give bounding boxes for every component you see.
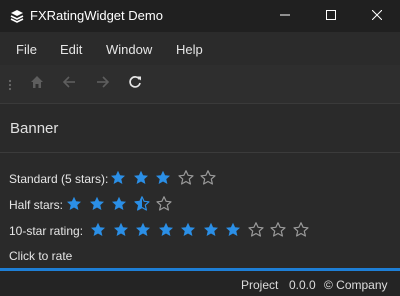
menu-window[interactable]: Window	[106, 42, 152, 57]
star-filled-icon[interactable]	[180, 222, 203, 238]
ratings-panel: Standard (5 stars): Half stars: 10-star …	[0, 153, 400, 268]
star-half-icon[interactable]	[133, 196, 157, 212]
rating-label-standard: Standard (5 stars):	[9, 172, 109, 186]
close-button[interactable]	[354, 0, 400, 32]
star-filled-icon[interactable]	[155, 170, 178, 186]
menu-edit[interactable]: Edit	[60, 42, 82, 57]
star-empty-icon[interactable]	[270, 222, 293, 238]
refresh-button[interactable]	[126, 75, 144, 93]
status-company: © Company	[324, 278, 388, 292]
star-filled-icon[interactable]	[113, 222, 136, 238]
star-filled-icon[interactable]	[110, 170, 133, 186]
minimize-icon	[280, 7, 290, 25]
home-button[interactable]	[28, 75, 46, 93]
star-empty-icon[interactable]	[200, 170, 223, 186]
status-version: 0.0.0	[289, 278, 316, 292]
refresh-icon	[128, 75, 142, 94]
toolbar-grip-icon[interactable]	[8, 78, 12, 91]
star-empty-icon[interactable]	[156, 196, 179, 212]
status-bar: Project 0.0.0 © Company	[0, 271, 400, 296]
rating-half-stars[interactable]	[66, 196, 179, 212]
star-filled-icon[interactable]	[66, 196, 89, 212]
forward-button[interactable]	[94, 75, 112, 93]
toolbar	[0, 65, 400, 104]
status-project: Project	[241, 278, 279, 292]
star-filled-icon[interactable]	[133, 170, 156, 186]
back-button[interactable]	[60, 75, 78, 93]
title-bar: FXRatingWidget Demo	[0, 0, 400, 32]
menu-file[interactable]: File	[16, 42, 37, 57]
star-empty-icon[interactable]	[247, 222, 271, 238]
stack-layers-icon	[10, 9, 24, 23]
star-filled-icon[interactable]	[135, 222, 158, 238]
maximize-button[interactable]	[308, 0, 354, 32]
star-filled-icon[interactable]	[90, 222, 113, 238]
rating-standard[interactable]	[110, 170, 223, 186]
star-empty-icon[interactable]	[292, 222, 316, 238]
arrow-right-icon	[96, 75, 110, 94]
star-filled-icon[interactable]	[225, 222, 248, 238]
banner: Banner	[0, 104, 400, 153]
rating-label-ten: 10-star rating:	[9, 224, 84, 238]
minimize-button[interactable]	[262, 0, 308, 32]
menu-help[interactable]: Help	[176, 42, 203, 57]
menu-bar: File Edit Window Help	[0, 32, 400, 65]
star-filled-icon[interactable]	[111, 196, 134, 212]
window-title: FXRatingWidget Demo	[30, 8, 163, 23]
banner-text: Banner	[10, 120, 59, 137]
rating-ten-star[interactable]	[90, 222, 315, 238]
home-icon	[30, 75, 44, 94]
click-to-rate-hint: Click to rate	[9, 249, 73, 263]
star-filled-icon[interactable]	[89, 196, 112, 212]
star-filled-icon[interactable]	[203, 222, 226, 238]
arrow-left-icon	[62, 75, 76, 94]
star-filled-icon[interactable]	[158, 222, 181, 238]
star-empty-icon[interactable]	[177, 170, 201, 186]
rating-label-half: Half stars:	[9, 198, 64, 212]
maximize-icon	[326, 7, 336, 25]
close-icon	[371, 7, 383, 25]
